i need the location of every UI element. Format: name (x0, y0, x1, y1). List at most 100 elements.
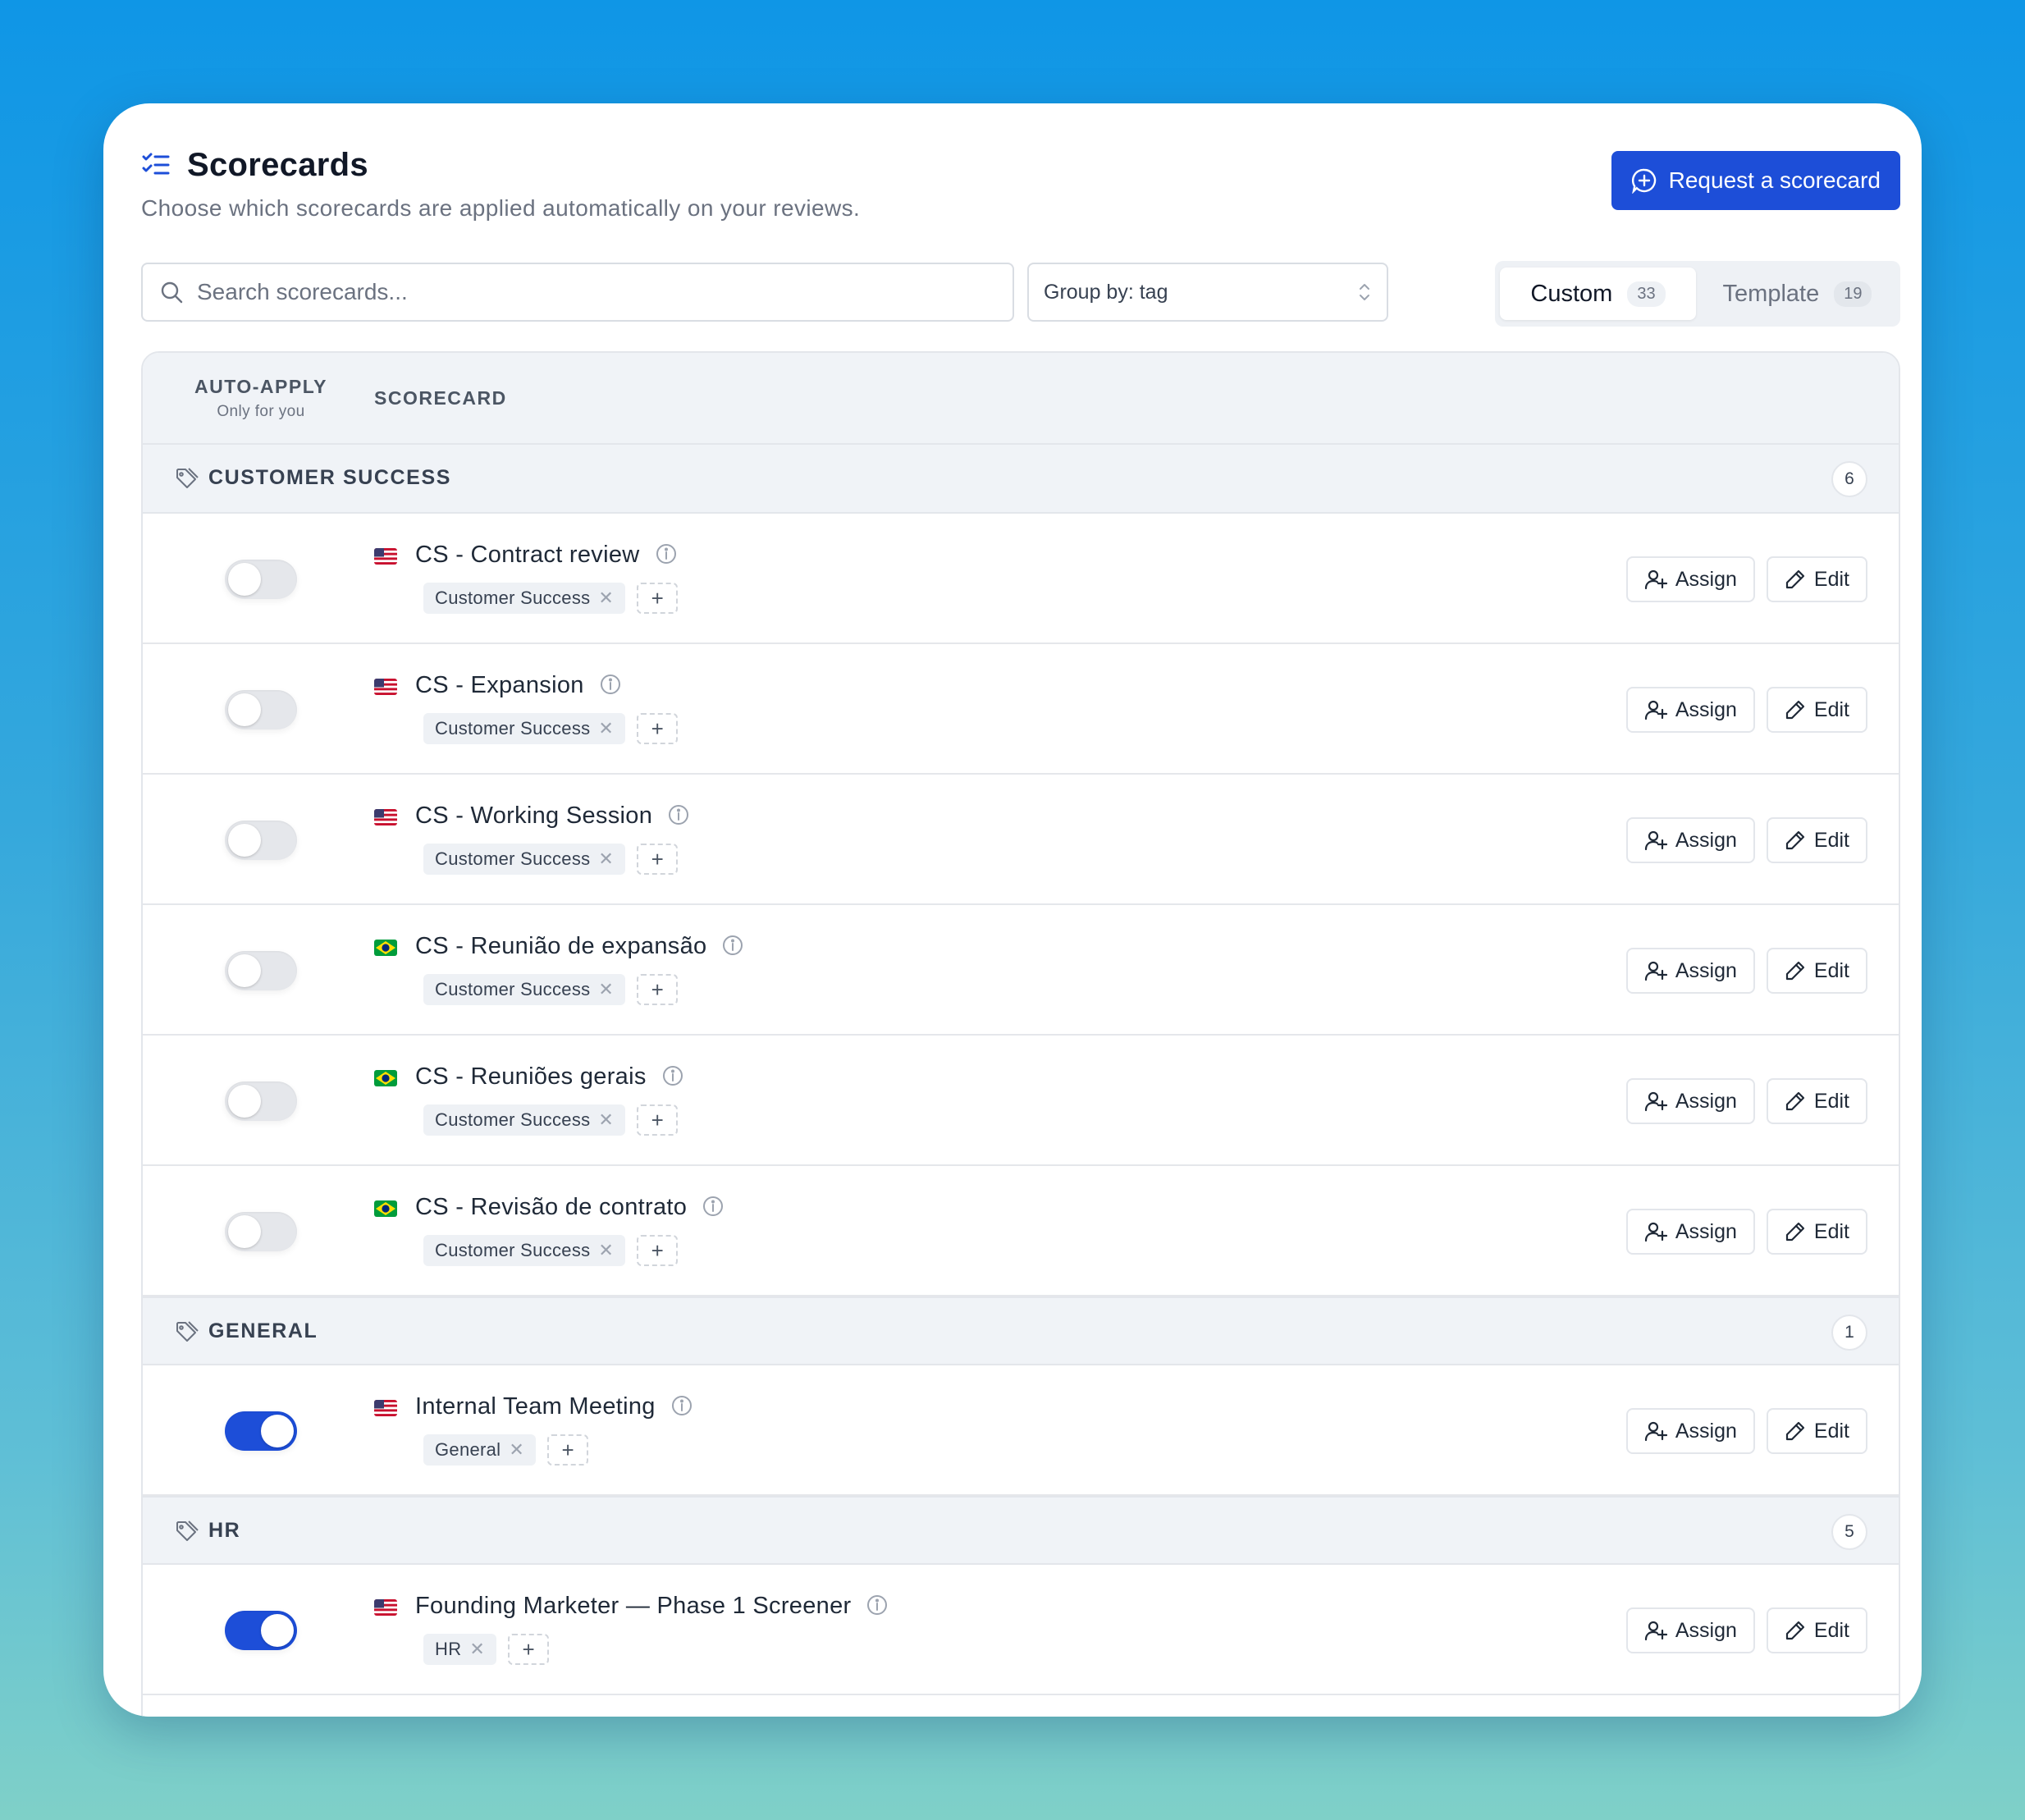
auto-apply-toggle[interactable] (225, 1212, 297, 1251)
assign-button[interactable]: Assign (1625, 687, 1755, 733)
group-count: 5 (1831, 1514, 1867, 1550)
assign-button[interactable]: Assign (1625, 948, 1755, 994)
scorecard-name: CS - Reuniões gerais (415, 1063, 647, 1090)
auto-apply-toggle[interactable] (225, 821, 297, 860)
add-tag-button[interactable]: + (637, 1104, 679, 1136)
toggle-knob (228, 1085, 261, 1118)
table-row: Founding Marketer — Phase 1 Screener HR ✕ +… (143, 1565, 1899, 1695)
info-icon[interactable] (661, 1064, 684, 1087)
info-icon[interactable] (702, 1195, 725, 1218)
info-icon[interactable] (866, 1594, 889, 1617)
tag-chip: Customer Success ✕ (423, 1235, 626, 1266)
request-scorecard-button[interactable]: Request a scorecard (1611, 151, 1900, 210)
edit-button[interactable]: Edit (1766, 556, 1867, 602)
assign-button[interactable]: Assign (1625, 1607, 1755, 1653)
tag-label: Customer Success (435, 718, 591, 739)
tag-list: Customer Success ✕ + (423, 583, 679, 614)
column-header-auto-apply-sub: Only for you (217, 403, 305, 420)
info-icon[interactable] (655, 542, 678, 565)
scorecard-name-wrap: Internal Team Meeting (415, 1393, 693, 1420)
search-input[interactable] (197, 279, 935, 305)
us-flag-icon (374, 679, 397, 695)
info-icon[interactable] (667, 803, 690, 826)
toggle-knob (228, 1215, 261, 1248)
assign-button[interactable]: Assign (1625, 1209, 1755, 1255)
pencil-icon (1785, 699, 1806, 720)
tag-list: Customer Success ✕ + (423, 974, 679, 1005)
row-actions: Assign Edit (1625, 1408, 1867, 1454)
user-plus-icon (1644, 959, 1667, 982)
tag-icon (174, 1519, 199, 1543)
remove-tag-icon[interactable]: ✕ (469, 1639, 485, 1660)
assign-label: Assign (1675, 958, 1737, 982)
edit-button[interactable]: Edit (1766, 948, 1867, 994)
auto-apply-toggle[interactable] (225, 690, 297, 729)
tag-list: Customer Success ✕ + (423, 1104, 679, 1136)
edit-button[interactable]: Edit (1766, 1078, 1867, 1124)
remove-tag-icon[interactable]: ✕ (598, 1240, 614, 1261)
tag-list: General ✕ + (423, 1434, 589, 1466)
edit-button[interactable]: Edit (1766, 817, 1867, 863)
edit-label: Edit (1813, 958, 1849, 982)
add-tag-button[interactable]: + (637, 583, 679, 614)
auto-apply-toggle[interactable] (225, 1611, 297, 1650)
add-tag-button[interactable]: + (637, 1235, 679, 1266)
add-tag-button[interactable]: + (637, 844, 679, 875)
auto-apply-toggle[interactable] (225, 951, 297, 990)
table-row: CS - Working Session Customer Success ✕ + As… (143, 775, 1899, 905)
pencil-icon (1785, 1221, 1806, 1242)
info-icon[interactable] (599, 673, 622, 696)
edit-label: Edit (1813, 697, 1849, 721)
edit-button[interactable]: Edit (1766, 687, 1867, 733)
tab-template[interactable]: Template 19 (1699, 268, 1895, 320)
edit-button[interactable]: Edit (1766, 1209, 1867, 1255)
request-scorecard-label: Request a scorecard (1668, 167, 1881, 193)
page-header: Scorecards Choose which scorecards are a… (141, 144, 1900, 243)
group-by-select[interactable]: Group by: tag (1027, 263, 1388, 322)
auto-apply-toggle[interactable] (225, 1411, 297, 1451)
tag-label: Customer Success (435, 588, 591, 608)
group-row: HR 5 (143, 1496, 1899, 1565)
checklist-icon (141, 150, 171, 180)
edit-label: Edit (1813, 567, 1849, 591)
plus-circle-icon (1631, 167, 1657, 194)
tag-icon (174, 466, 199, 491)
add-tag-button[interactable]: + (637, 974, 679, 1005)
remove-tag-icon[interactable]: ✕ (598, 718, 614, 739)
scorecard-name-wrap: CS - Expansion (415, 672, 622, 699)
assign-button[interactable]: Assign (1625, 1078, 1755, 1124)
column-header-scorecard: SCORECARD (374, 387, 507, 409)
auto-apply-toggle[interactable] (225, 1081, 297, 1121)
remove-tag-icon[interactable]: ✕ (598, 588, 614, 609)
info-icon[interactable] (670, 1394, 693, 1417)
toggle-knob (228, 824, 261, 857)
assign-button[interactable]: Assign (1625, 1408, 1755, 1454)
tag-label: Customer Success (435, 1109, 591, 1130)
tab-custom-count: 33 (1627, 281, 1666, 307)
auto-apply-toggle[interactable] (225, 560, 297, 599)
assign-button[interactable]: Assign (1625, 556, 1755, 602)
edit-button[interactable]: Edit (1766, 1607, 1867, 1653)
group-row: GENERAL 1 (143, 1296, 1899, 1365)
remove-tag-icon[interactable]: ✕ (509, 1439, 524, 1461)
info-icon[interactable] (721, 934, 744, 957)
row-actions: Assign Edit (1625, 1209, 1867, 1255)
add-tag-button[interactable]: + (637, 713, 679, 744)
search-box (141, 263, 1014, 322)
tag-label: General (435, 1439, 501, 1460)
edit-label: Edit (1813, 1219, 1849, 1243)
add-tag-button[interactable]: + (508, 1634, 550, 1665)
remove-tag-icon[interactable]: ✕ (598, 1109, 614, 1131)
remove-tag-icon[interactable]: ✕ (598, 979, 614, 1000)
scorecard-name: CS - Reunião de expansão (415, 933, 707, 959)
add-tag-button[interactable]: + (547, 1434, 589, 1466)
assign-button[interactable]: Assign (1625, 817, 1755, 863)
user-plus-icon (1644, 698, 1667, 721)
pencil-icon (1785, 1091, 1806, 1112)
edit-button[interactable]: Edit (1766, 1408, 1867, 1454)
tab-custom[interactable]: Custom 33 (1500, 268, 1696, 320)
row-actions: Assign Edit (1625, 1078, 1867, 1124)
scorecard-name: CS - Working Session (415, 803, 653, 829)
tab-template-label: Template (1722, 280, 1820, 307)
remove-tag-icon[interactable]: ✕ (598, 848, 614, 870)
